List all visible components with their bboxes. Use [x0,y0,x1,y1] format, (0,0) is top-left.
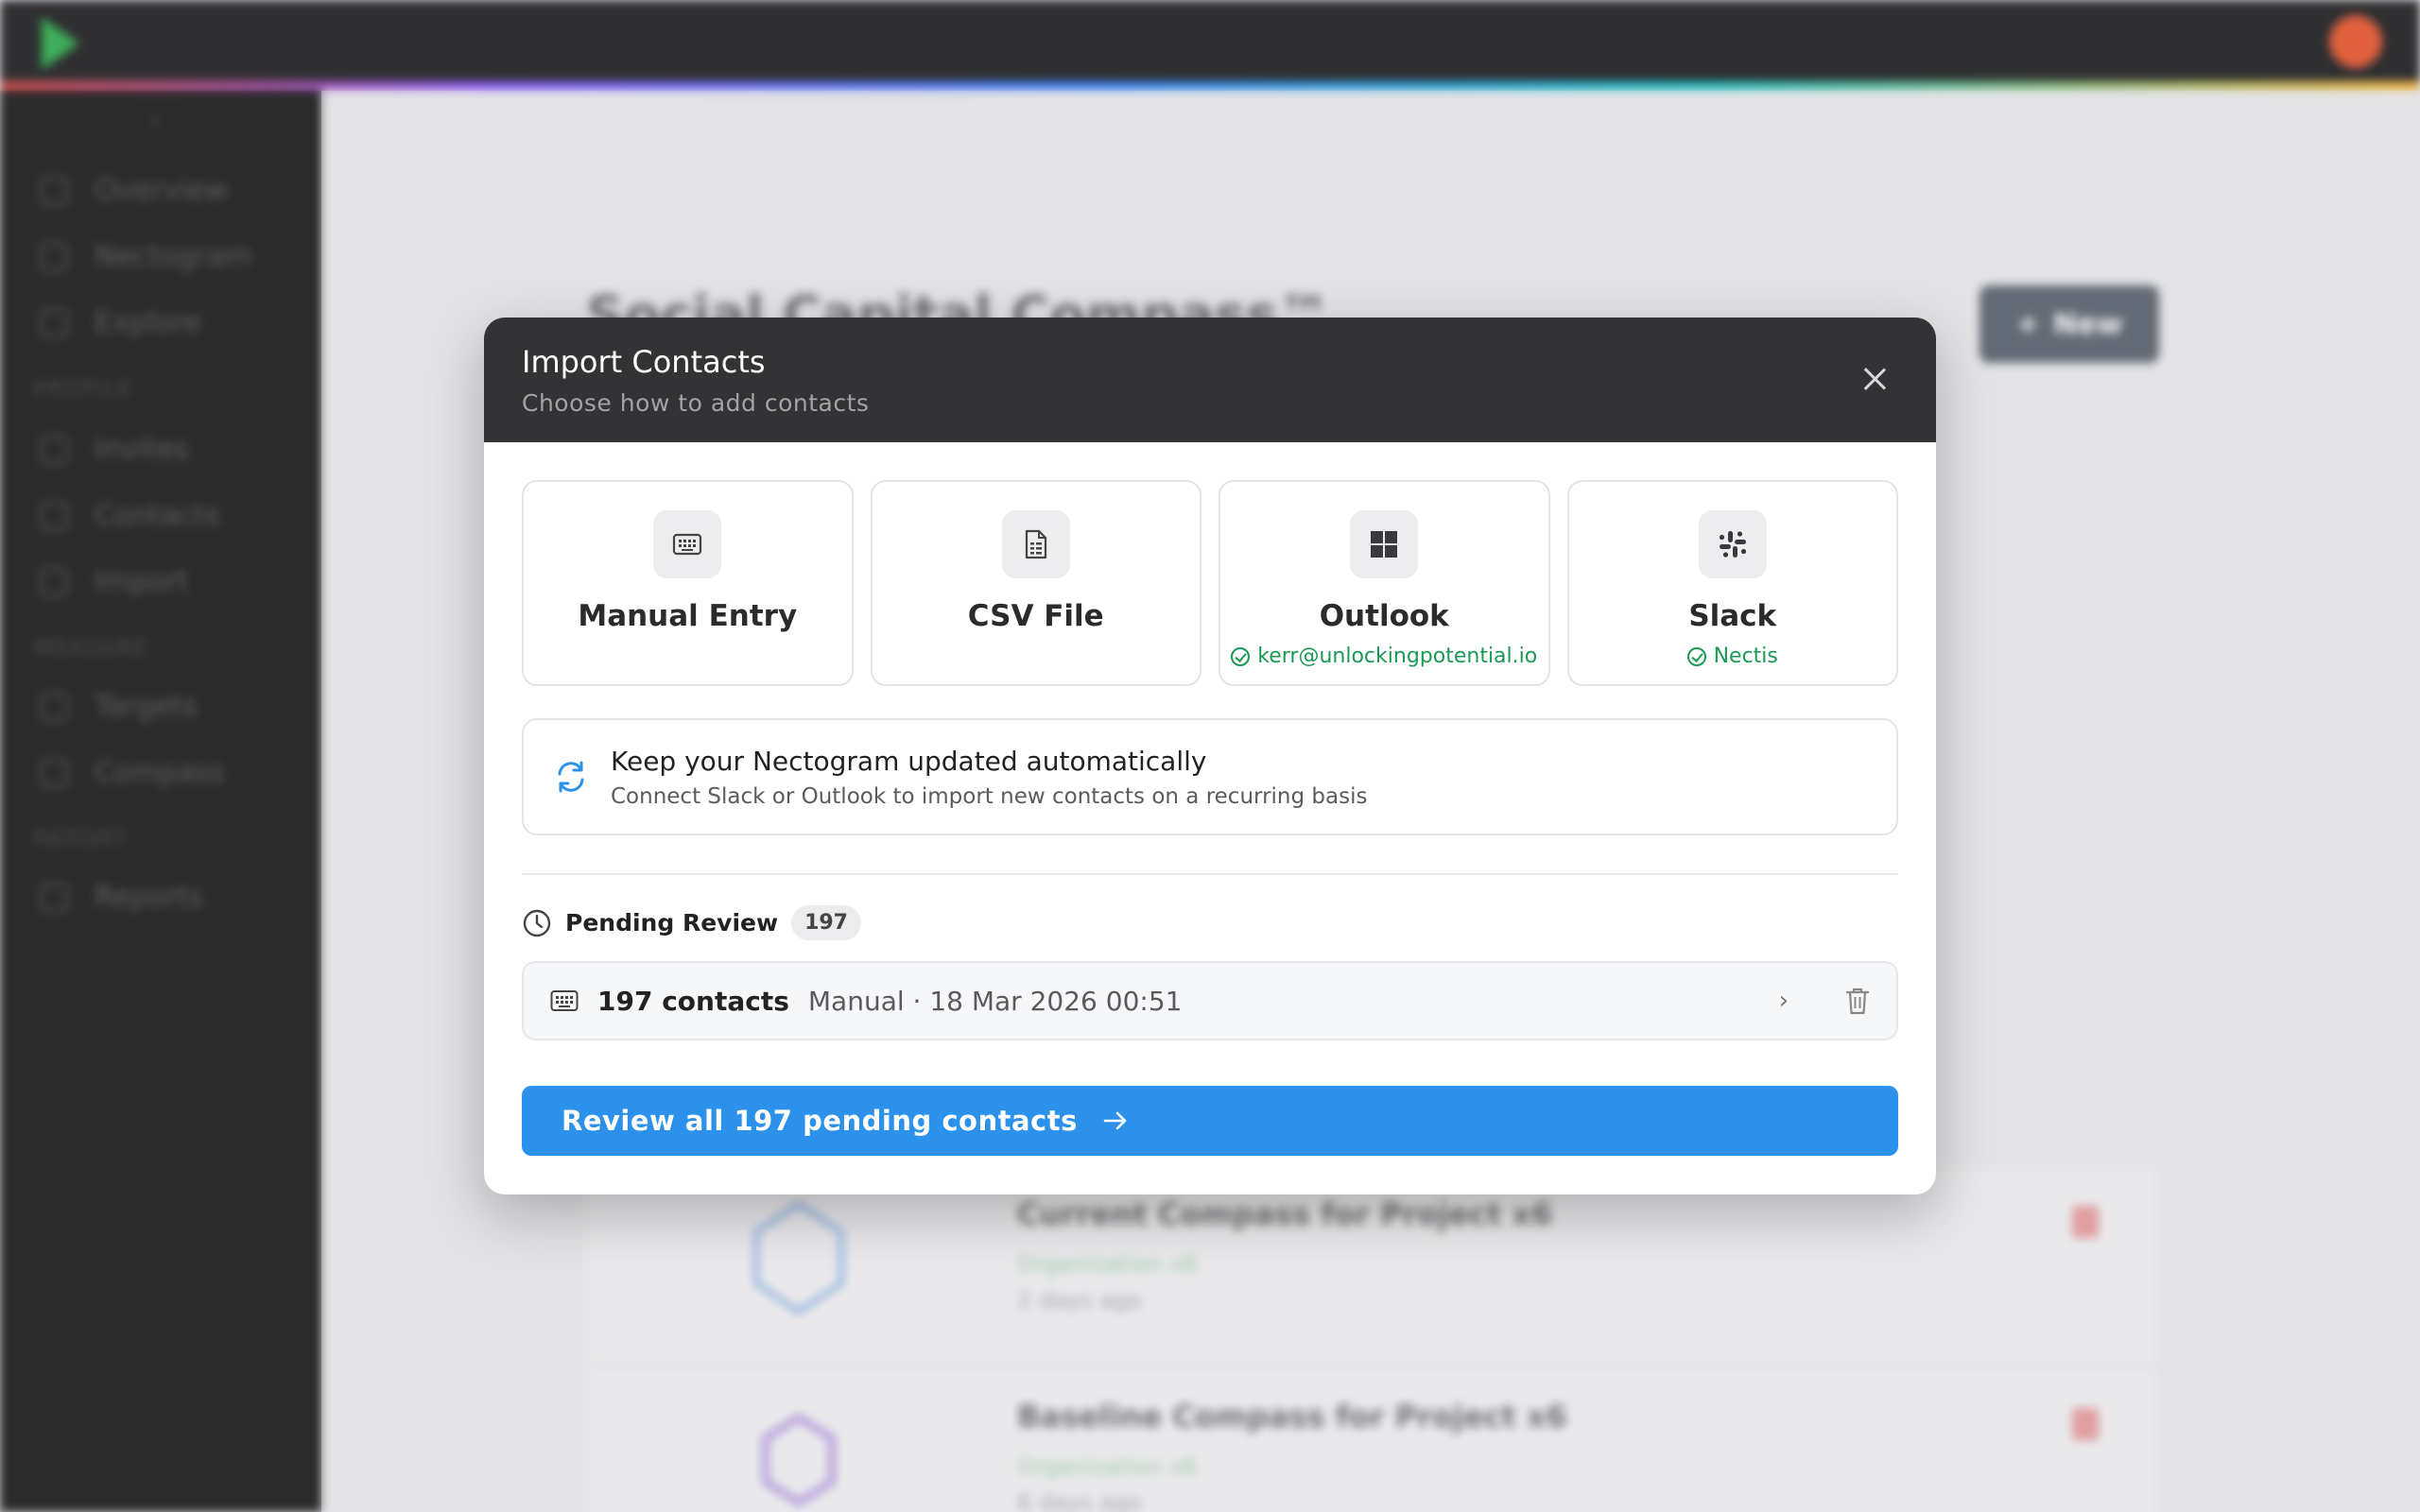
chevron-right-icon[interactable]: › [1779,987,1789,1015]
import-sources: Manual Entry CSV File Outlook kerr@unloc… [522,480,1898,686]
source-manual-entry[interactable]: Manual Entry [522,480,854,686]
import-contacts-modal: Import Contacts Choose how to add contac… [484,318,1936,1194]
batch-meta: Manual · 18 Mar 2026 00:51 [807,985,1183,1017]
review-all-button-label: Review all 197 pending contacts [562,1105,1078,1137]
auto-sync-banner: Keep your Nectogram updated automaticall… [522,718,1898,835]
modal-subtitle: Choose how to add contacts [522,389,870,417]
auto-sync-title: Keep your Nectogram updated automaticall… [611,745,1207,777]
source-outlook[interactable]: Outlook kerr@unlockingpotential.io [1219,480,1550,686]
close-button[interactable] [1860,365,1889,393]
source-slack[interactable]: Slack Nectis [1566,480,1898,686]
source-csv-file[interactable]: CSV File [870,480,1201,686]
auto-sync-subtitle: Connect Slack or Outlook to import new c… [611,783,1368,809]
source-label: Slack [1688,599,1777,633]
user-avatar[interactable] [2329,15,2382,68]
connected-status: kerr@unlockingpotential.io [1231,644,1537,668]
source-label: Outlook [1319,599,1449,633]
top-bar [0,0,2420,85]
slack-icon [1698,510,1767,578]
pending-review-title: Pending Review [565,909,779,936]
batch-contact-count: 197 contacts [597,985,789,1017]
modal-backdrop-sidebar[interactable] [0,91,321,1512]
trash-icon[interactable] [1845,987,1870,1015]
keyboard-icon [653,510,722,578]
app-logo [42,17,79,70]
modal-body: Manual Entry CSV File Outlook kerr@unloc… [484,442,1936,1194]
arrow-right-icon [1103,1111,1127,1130]
source-label: Manual Entry [578,599,798,633]
check-circle-icon [1231,646,1251,666]
top-bar-gradient [0,81,2420,91]
modal-title: Import Contacts [522,344,766,380]
review-all-button[interactable]: Review all 197 pending contacts [522,1086,1898,1156]
connected-status: Nectis [1686,644,1778,668]
source-label: CSV File [967,599,1104,633]
windows-icon [1350,510,1419,578]
pending-batch-row[interactable]: 197 contacts Manual · 18 Mar 2026 00:51 … [522,961,1898,1040]
pending-review-header: Pending Review 197 [522,905,1898,940]
file-icon [1001,510,1070,578]
pending-count-badge: 197 [791,905,861,940]
connected-account: kerr@unlockingpotential.io [1257,644,1538,668]
refresh-icon [558,761,584,793]
divider [522,873,1898,875]
connected-workspace: Nectis [1713,644,1778,668]
clock-icon [523,909,551,936]
keyboard-icon [550,990,579,1011]
modal-header: Import Contacts Choose how to add contac… [484,318,1936,442]
check-circle-icon [1686,646,1706,666]
